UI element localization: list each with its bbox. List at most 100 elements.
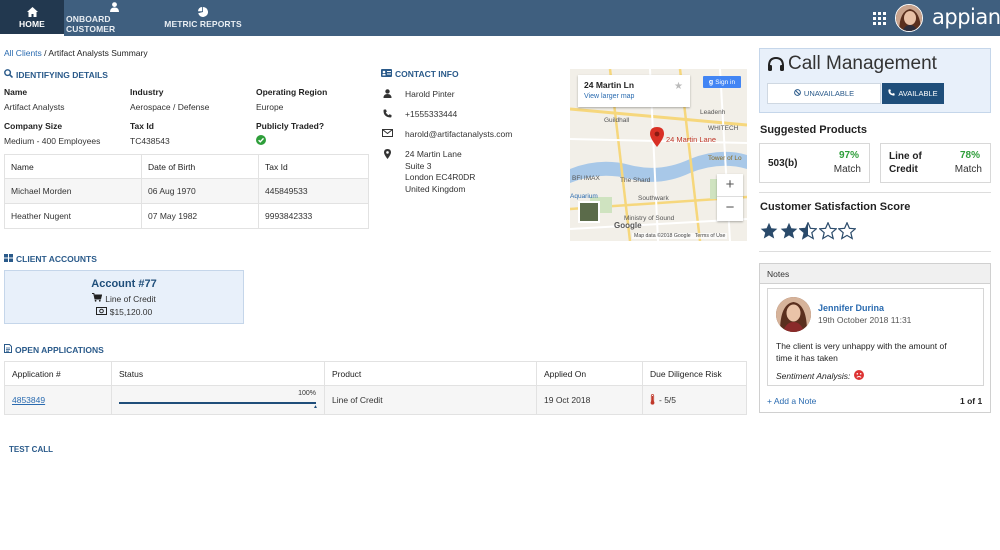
tab-onboard-customer[interactable]: ONBOARD CUSTOMER [66, 0, 162, 36]
identifying-details-header: IDENTIFYING DETAILS [4, 69, 108, 80]
sad-face-icon [854, 370, 865, 382]
map-label: BFI IMAX [572, 175, 600, 182]
tab-home-label: HOME [19, 19, 45, 29]
progress-fill [119, 402, 316, 404]
map-pin-label: 24 Martin Lane [666, 135, 717, 144]
divider [759, 251, 991, 252]
cell-status: 100% ▲ [111, 385, 325, 415]
account-amount-row: $15,120.00 [5, 307, 243, 317]
application-link[interactable]: 4853849 [12, 395, 45, 405]
appian-logo: appian [932, 5, 1000, 29]
col-applied-on[interactable]: Applied On [536, 361, 643, 386]
col-taxid[interactable]: Tax Id [258, 154, 369, 179]
grid-icon [4, 254, 13, 264]
account-type-row: Line of Credit [5, 292, 243, 304]
table-header-row: Application # Status Product Applied On … [4, 361, 747, 386]
related-people-table: Name Date of Birth Tax Id Michael Morden… [4, 154, 369, 229]
tab-metric-reports[interactable]: METRIC REPORTS [164, 0, 242, 36]
check-circle-icon [256, 135, 266, 147]
cell-dob: 06 Aug 1970 [141, 178, 259, 204]
breadcrumb-all-clients[interactable]: All Clients [4, 48, 42, 58]
address-line: London EC4R0DR [405, 172, 476, 182]
product-name: 503(b) [768, 158, 798, 169]
test-call-link[interactable]: TEST CALL [9, 445, 53, 454]
address-line: United Kingdom [405, 183, 466, 194]
divider [759, 192, 991, 193]
progress-label: 100% [298, 390, 316, 397]
industry-value: Aerospace / Defense [130, 102, 210, 112]
sentiment-row: Sentiment Analysis: [776, 370, 865, 382]
cell-name: Michael Morden [4, 178, 142, 204]
contact-email[interactable]: harold@artifactanalysts.com [405, 129, 512, 139]
table-row: 4853849 100% ▲ Line of Credit 19 Oct 201… [4, 385, 747, 415]
table-header-row: Name Date of Birth Tax Id [4, 154, 369, 179]
col-name[interactable]: Name [4, 154, 142, 179]
tax-id-label: Tax Id [130, 121, 154, 131]
document-icon [4, 344, 12, 355]
view-larger-map-link[interactable]: View larger map [584, 93, 634, 100]
pie-chart-icon [198, 7, 208, 17]
product-card-line-of-credit[interactable]: Line of Credit 78% Match [880, 143, 991, 183]
map-satellite-toggle[interactable] [578, 201, 600, 223]
name-value: Artifact Analysts [4, 102, 65, 112]
col-risk[interactable]: Due Diligence Risk [642, 361, 747, 386]
product-match-pct: 97% [838, 150, 859, 161]
open-applications-header: OPEN APPLICATIONS [4, 344, 104, 355]
star-full-icon [760, 222, 778, 239]
map-place-card: 24 Martin Ln View larger map ★ [578, 75, 690, 107]
contact-info-header: CONTACT INFO [381, 69, 459, 79]
user-avatar[interactable] [895, 4, 923, 32]
unavailable-button[interactable]: UNAVAILABLE [767, 83, 881, 104]
map-label: WHITECH [708, 125, 739, 132]
name-label: Name [4, 87, 28, 97]
contact-phone[interactable]: +1555333444 [405, 109, 457, 119]
thermometer-icon [650, 393, 655, 407]
col-application[interactable]: Application # [4, 361, 112, 386]
shopping-cart-icon [92, 292, 103, 304]
table-row: Heather Nugent 07 May 1982 9993842333 [4, 203, 369, 229]
note-text: The client is very unhappy with the amou… [776, 341, 947, 363]
available-button[interactable]: AVAILABLE [882, 83, 944, 104]
map-label: Aquarium [570, 193, 598, 200]
product-card-503b[interactable]: 503(b) 97% Match [759, 143, 870, 183]
zoom-in-button[interactable]: + [717, 174, 743, 197]
satisfaction-stars [760, 222, 860, 242]
cell-applied-on: 19 Oct 2018 [536, 385, 643, 415]
product-match-pct: 78% [959, 150, 980, 161]
star-half-icon [799, 222, 817, 240]
tab-home[interactable]: HOME [0, 0, 64, 36]
col-status[interactable]: Status [111, 361, 325, 386]
star-outline-icon[interactable]: ★ [674, 81, 683, 92]
company-size-value: Medium - 400 Employees [4, 136, 101, 146]
cell-product: Line of Credit [324, 385, 537, 415]
location-map[interactable]: 24 Martin Ln View larger map ★ g Sign in … [570, 69, 747, 241]
star-empty-icon [818, 222, 837, 240]
product-match-label: Match [954, 164, 982, 175]
address-line: 24 Martin Lane [405, 149, 462, 159]
satisfaction-title: Customer Satisfaction Score [760, 201, 911, 213]
product-name: Line of Credit [889, 151, 922, 175]
apps-grid-icon[interactable] [873, 12, 886, 27]
cell-risk: - 5/5 [642, 385, 747, 415]
publicly-traded-label: Publicly Traded? [256, 121, 325, 131]
cell-taxid: 9993842333 [258, 203, 369, 229]
top-nav-bar: HOME ONBOARD CUSTOMER METRIC REPORTS app… [0, 0, 1000, 36]
map-attribution: Map data ©2018 Google Terms of Use [632, 233, 728, 239]
contact-address: 24 Martin Lane Suite 3 London EC4R0DR Un… [405, 149, 475, 195]
map-signin-button[interactable]: g Sign in [703, 76, 741, 88]
table-row: Michael Morden 06 Aug 1970 445849533 [4, 178, 369, 204]
tax-id-value: TC438543 [130, 136, 170, 146]
account-card[interactable]: Account #77 Line of Credit $15,120.00 [4, 270, 244, 324]
zoom-out-button[interactable]: − [717, 197, 743, 220]
breadcrumb-current: Artifact Analysts Summary [48, 48, 148, 58]
breadcrumb: All Clients / Artifact Analysts Summary [4, 48, 148, 58]
map-label: Tower of Lo [708, 155, 742, 162]
phone-icon [383, 109, 392, 120]
region-label: Operating Region [256, 87, 328, 97]
add-note-link[interactable]: + Add a Note [767, 396, 816, 406]
star-empty-icon [838, 222, 856, 240]
col-product[interactable]: Product [324, 361, 537, 386]
col-dob[interactable]: Date of Birth [141, 154, 259, 179]
tab-onboard-customer-label: ONBOARD CUSTOMER [66, 14, 116, 34]
note-author[interactable]: Jennifer Durina [818, 303, 884, 313]
